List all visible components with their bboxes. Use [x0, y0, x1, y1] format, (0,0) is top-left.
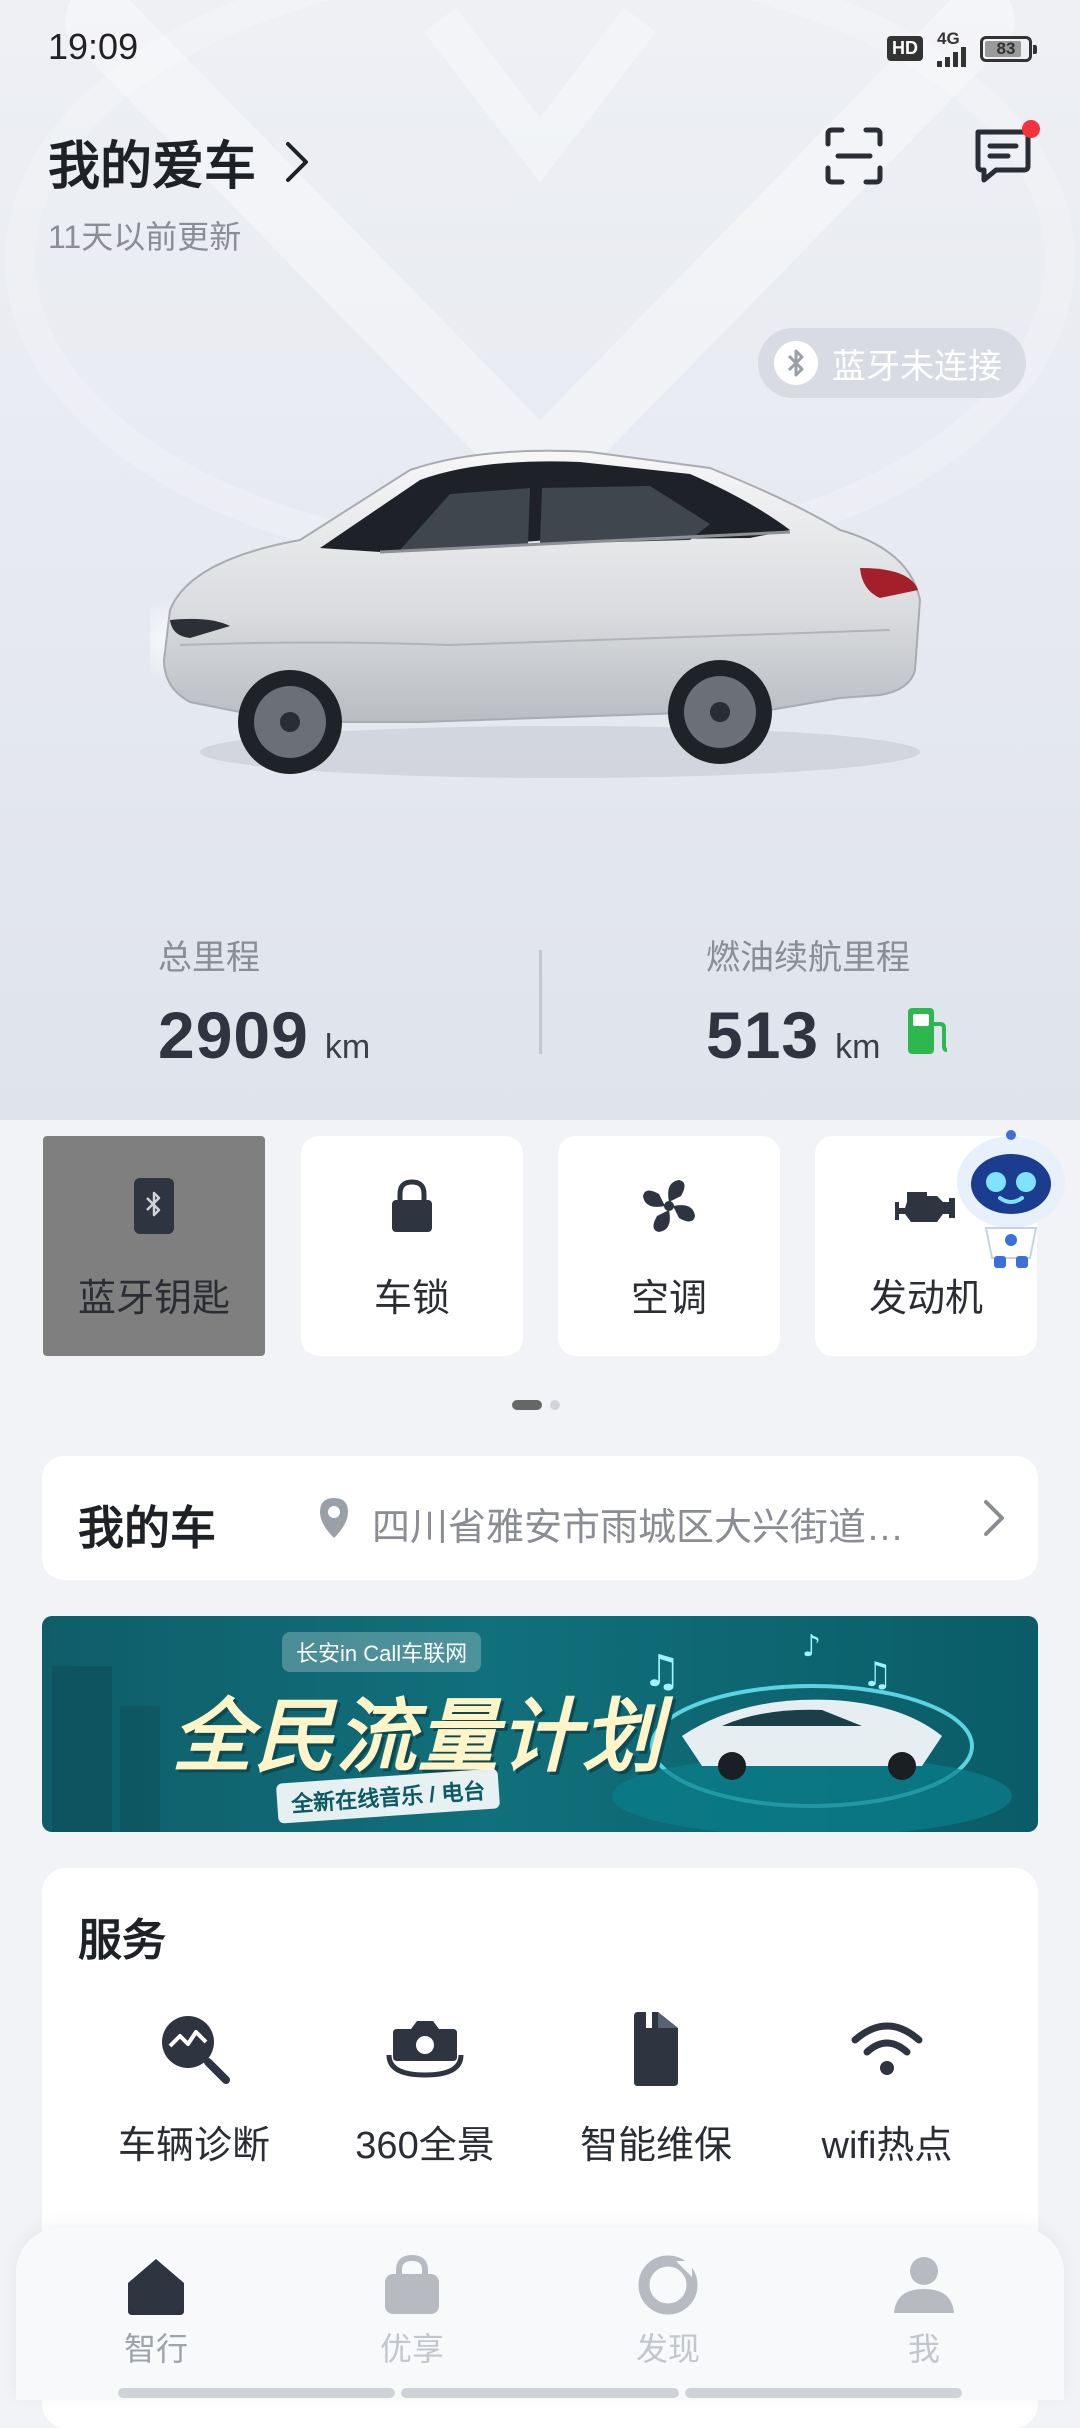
status-time: 19:09 — [48, 26, 139, 67]
car-title-link[interactable]: 我的爱车 — [48, 124, 310, 199]
bluetooth-key-icon — [134, 1177, 174, 1234]
status-bar: 19:09 HD 4G 83 — [0, 0, 1080, 96]
location-pin-icon — [320, 1498, 348, 1538]
fuel-range-label: 燃油续航里程 — [706, 939, 910, 977]
discover-icon — [638, 2255, 698, 2315]
hd-icon: HD — [887, 36, 923, 61]
bottom-tab-bar: 智行 优享 发现 我 — [16, 2228, 1064, 2400]
service-label: 智能维保 — [579, 2125, 732, 2167]
bluetooth-status-pill[interactable]: 蓝牙未连接 — [758, 328, 1026, 398]
total-mileage: 总里程 2909 km — [158, 930, 370, 1073]
tab-discover[interactable]: 发现 — [588, 2250, 748, 2370]
updated-time: 11天以前更新 — [48, 219, 242, 255]
profile-icon — [894, 2257, 954, 2313]
tab-label: 智行 — [123, 2331, 188, 2367]
signal-icon: 4G — [937, 30, 966, 67]
page-indicator — [512, 1400, 560, 1410]
tab-smart-travel[interactable]: 智行 — [76, 2250, 236, 2370]
assistant-robot-icon[interactable] — [950, 1130, 1072, 1270]
services-title: 服务 — [78, 1916, 166, 1965]
fuel-range: 燃油续航里程 513 km — [706, 930, 950, 1073]
diagnosis-icon — [162, 2016, 230, 2084]
svg-text:♫: ♫ — [862, 1655, 892, 1695]
wifi-icon — [851, 2022, 923, 2075]
service-360[interactable]: 360全景 — [310, 2006, 540, 2169]
service-wifi[interactable]: wifi热点 — [772, 2006, 1002, 2169]
bluetooth-key-button[interactable]: 蓝牙钥匙 — [43, 1136, 265, 1356]
promo-banner[interactable]: ♫ ♪ ♫ 长安in Call车联网 全民流量计划 全新在线音乐 / 电台 — [42, 1616, 1038, 1832]
quick-control-label: 车锁 — [373, 1277, 450, 1320]
unread-badge — [1022, 120, 1040, 138]
quick-control-label: 蓝牙钥匙 — [77, 1277, 230, 1320]
fuel-range-value: 513 — [706, 998, 820, 1072]
svg-text:♪: ♪ — [802, 1629, 821, 1664]
camera-360-icon — [386, 2021, 464, 2078]
service-label: wifi热点 — [821, 2125, 953, 2167]
service-label: 车辆诊断 — [117, 2125, 270, 2167]
service-label: 360全景 — [355, 2125, 495, 2167]
gesture-bar — [118, 2388, 962, 2398]
my-car-card[interactable]: 我的车 四川省雅安市雨城区大兴街道… — [42, 1456, 1038, 1580]
tab-benefits[interactable]: 优享 — [332, 2250, 492, 2370]
service-maintenance[interactable]: 智能维保 — [541, 2006, 771, 2169]
tab-label: 优享 — [379, 2331, 444, 2367]
ac-button[interactable]: 空调 — [558, 1136, 780, 1356]
bluetooth-status-text: 蓝牙未连接 — [832, 347, 1002, 386]
chevron-right-icon — [984, 1500, 1004, 1536]
banner-headline: 全民流量计划 — [172, 1692, 664, 1781]
bag-icon — [385, 2254, 439, 2314]
fuel-range-unit: km — [835, 1028, 881, 1066]
my-car-title: 我的车 — [78, 1502, 216, 1554]
banner-tag: 长安in Call车联网 — [282, 1632, 482, 1672]
lock-icon — [392, 1178, 432, 1232]
tab-me[interactable]: 我 — [844, 2250, 1004, 2370]
total-mileage-label: 总里程 — [158, 939, 260, 977]
fan-icon — [643, 1179, 695, 1232]
total-mileage-value: 2909 — [158, 998, 309, 1072]
battery-icon: 83 — [980, 35, 1037, 62]
home-icon — [128, 2259, 184, 2315]
bluetooth-icon — [774, 341, 818, 385]
tab-label: 我 — [907, 2331, 940, 2367]
message-button[interactable] — [970, 120, 1040, 188]
maintenance-icon — [634, 2012, 678, 2086]
lock-button[interactable]: 车锁 — [301, 1136, 523, 1356]
stats-divider — [539, 950, 542, 1054]
scan-icon[interactable] — [822, 124, 886, 188]
page-title: 我的爱车 — [48, 138, 257, 196]
quick-control-label: 发动机 — [868, 1277, 983, 1320]
tab-label: 发现 — [635, 2331, 700, 2367]
service-diagnosis[interactable]: 车辆诊断 — [79, 2006, 309, 2169]
total-mileage-unit: km — [324, 1028, 371, 1066]
car-image — [150, 449, 922, 778]
car-location-address: 四川省雅安市雨城区大兴街道… — [372, 1507, 905, 1549]
fuel-pump-icon — [908, 1008, 948, 1054]
quick-control-label: 空调 — [630, 1277, 707, 1320]
chevron-right-icon — [286, 141, 309, 182]
